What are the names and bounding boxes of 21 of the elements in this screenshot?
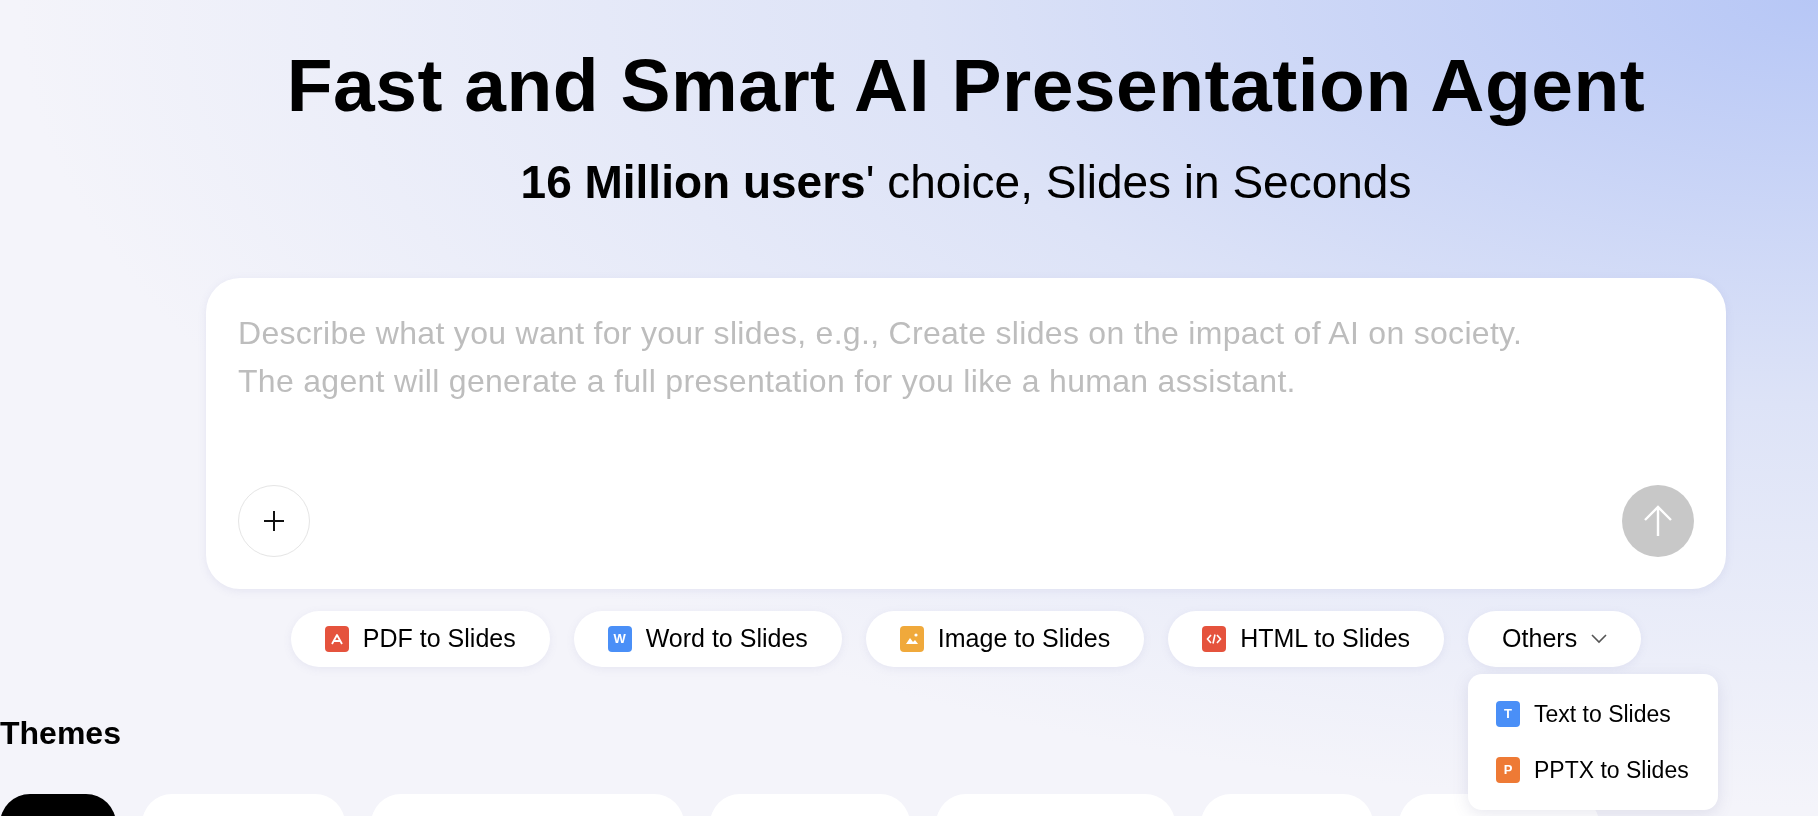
menu-item[interactable]: T Text to Slides (1468, 686, 1718, 742)
page-title: Fast and Smart AI Presentation Agent (286, 45, 1646, 125)
prompt-box[interactable]: Describe what you want for your slides, e.g., Create slides on the impact of AI on society. The agent will generate a full presentation for you like a human assistant. (206, 278, 1726, 589)
convert-chip[interactable]: W Word to Slides (573, 611, 842, 667)
plus-icon (262, 509, 286, 533)
arrow-up-icon (1642, 504, 1674, 538)
page-subtitle: 16 Million users' choice, Slides in Seconds (520, 156, 1412, 208)
convert-chip[interactable]: Image to Slides (865, 611, 1145, 667)
pdf-file-icon (324, 626, 349, 652)
prompt-input-field[interactable]: Describe what you want for your slides, e.g., Create slides on the impact of AI on society. The agent will generate a full presentation for you like a human assistant. (238, 309, 1694, 485)
image-file-icon (899, 626, 924, 652)
document-icon: W (607, 626, 632, 652)
slides-file-icon: P (1496, 757, 1520, 783)
convert-chip[interactable]: PDF to Slides (290, 611, 550, 667)
others-dropdown[interactable]: Others (1468, 611, 1642, 667)
document-icon: T (1496, 701, 1520, 727)
chevron-down-icon (1591, 634, 1608, 644)
code-file-icon (1202, 626, 1227, 652)
themes-heading: Themes (0, 717, 122, 749)
menu-item[interactable]: P PPTX to Slides (1468, 742, 1718, 798)
convert-chip[interactable]: HTML to Slides (1168, 611, 1445, 667)
